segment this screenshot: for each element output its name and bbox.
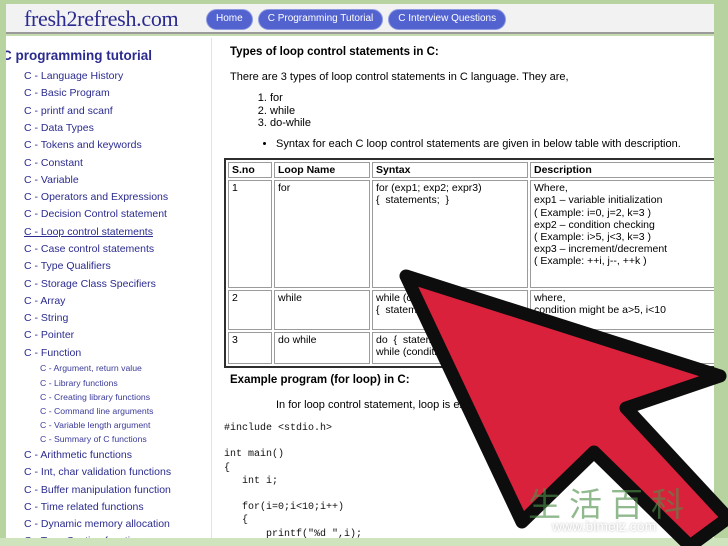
sidebar-item-24[interactable]: C - Int, char validation functions	[6, 464, 212, 481]
table-cell: do { statements; } while (condition);	[372, 332, 528, 365]
sidebar-item-22[interactable]: C - Summary of C functions	[6, 433, 212, 447]
table-header-row: S.no Loop Name Syntax Description	[228, 162, 714, 179]
sidebar-item-19[interactable]: C - Creating library functions	[6, 390, 212, 404]
sidebar-title: C programming tutorial	[6, 48, 153, 63]
sidebar-item-14[interactable]: C - String	[6, 310, 212, 327]
sidebar-item-27[interactable]: C - Dynamic memory allocation	[6, 516, 212, 533]
table-cell: 3	[228, 332, 272, 365]
frame-border-right	[714, 0, 728, 546]
sidebar-item-25[interactable]: C - Buffer manipulation function	[6, 481, 212, 498]
table-header-cell: Loop Name	[274, 162, 370, 179]
list-item: do-while	[270, 117, 311, 130]
sidebar-item-4[interactable]: C - Tokens and keywords	[6, 137, 212, 154]
table-cell: where, condition might be a>5, i<10	[530, 290, 714, 331]
loop-table-wrap: S.no Loop Name Syntax Description 1 for for (…	[224, 158, 714, 369]
sidebar-divider	[211, 38, 212, 538]
site-logo[interactable]: fresh2refresh.com	[24, 6, 179, 32]
list-item: while	[270, 105, 311, 118]
table-cell: for	[274, 180, 370, 289]
sidebar-item-11[interactable]: C - Type Qualifiers	[6, 258, 212, 275]
sidebar-item-15[interactable]: C - Pointer	[6, 327, 212, 344]
sidebar-item-0[interactable]: C - Language History	[6, 68, 212, 85]
sidebar-item-9[interactable]: C - Loop control statements	[6, 224, 212, 241]
sidebar-item-17[interactable]: C - Argument, return value	[6, 362, 212, 376]
sidebar-item-8[interactable]: C - Decision Control statement	[6, 206, 212, 223]
sidebar: C programming tutorial C - Language Hist…	[6, 38, 212, 538]
table-cell: while (condition){ statements; }	[372, 290, 528, 331]
sidebar-item-3[interactable]: C - Data Types	[6, 120, 212, 137]
main-content: Types of loop control statements in C: T…	[216, 38, 714, 538]
syntax-note-list: Syntax for each C loop control statement…	[230, 138, 681, 151]
table-cell: while	[274, 290, 370, 331]
table-cell: 2	[228, 290, 272, 331]
table-row: 2 while while (condition){ statements; } wh…	[228, 290, 714, 331]
sidebar-item-13[interactable]: C - Array	[6, 293, 212, 310]
loop-types-list: forwhiledo-while	[230, 92, 311, 130]
sidebar-item-5[interactable]: C - Constant	[6, 154, 212, 171]
table-body: 1 for for (exp1; exp2; expr3){ statements;…	[228, 180, 714, 365]
loop-control-table: S.no Loop Name Syntax Description 1 for for (…	[224, 158, 714, 369]
table-row: 3 do while do { statements; } while (condit…	[228, 332, 714, 365]
example-heading: Example program (for loop) in C:	[230, 374, 410, 386]
sidebar-item-10[interactable]: C - Case control statements	[6, 241, 212, 258]
table-header-cell: S.no	[228, 162, 272, 179]
sidebar-item-2[interactable]: C - printf and scanf	[6, 103, 212, 120]
sidebar-item-23[interactable]: C - Arithmetic functions	[6, 447, 212, 464]
intro-paragraph: There are 3 types of loop control statem…	[230, 71, 569, 83]
nav-button-0[interactable]: Home	[206, 9, 253, 30]
page-root: fresh2refresh.com Home C Programming Tuto…	[0, 0, 728, 546]
table-cell: do while	[274, 332, 370, 365]
table-cell: 1	[228, 180, 272, 289]
sidebar-item-20[interactable]: C - Command line arguments	[6, 404, 212, 418]
table-cell: for (exp1; exp2; expr3){ statements; }	[372, 180, 528, 289]
sidebar-item-7[interactable]: C - Operators and Expressions	[6, 189, 212, 206]
primary-nav: Home C Programming Tutorial C Interview Qu…	[206, 9, 507, 30]
example-code-block: #include <stdio.h> int main() { int i; f…	[224, 423, 363, 538]
example-intro: In for loop control statement, loop is e…	[276, 399, 646, 411]
table-row: 1 for for (exp1; exp2; expr3){ statements;…	[228, 180, 714, 289]
sidebar-item-16[interactable]: C - Function	[6, 345, 212, 362]
site-header: fresh2refresh.com Home C Programming Tuto…	[6, 4, 714, 34]
nav-button-1[interactable]: C Programming Tutorial	[257, 9, 384, 30]
sidebar-item-18[interactable]: C - Library functions	[6, 376, 212, 390]
page-title: Types of loop control statements in C:	[230, 46, 439, 58]
sidebar-item-26[interactable]: C - Time related functions	[6, 499, 212, 516]
table-header-cell: Syntax	[372, 162, 528, 179]
table-header-cell: Description	[530, 162, 714, 179]
frame-border-bottom	[0, 538, 728, 546]
list-item: for	[270, 92, 311, 105]
sidebar-item-1[interactable]: C - Basic Program	[6, 85, 212, 102]
sidebar-nav-list: C - Language History C - Basic Program C -…	[6, 68, 212, 538]
list-item: Syntax for each C loop control statement…	[276, 138, 681, 151]
nav-button-2[interactable]: C Interview Questions	[388, 9, 507, 30]
table-cell	[530, 332, 714, 365]
table-cell: Where, exp1 – variable initialization( Ex…	[530, 180, 714, 289]
sidebar-item-21[interactable]: C - Variable length argument	[6, 419, 212, 433]
sidebar-item-6[interactable]: C - Variable	[6, 172, 212, 189]
sidebar-item-12[interactable]: C - Storage Class Specifiers	[6, 275, 212, 292]
